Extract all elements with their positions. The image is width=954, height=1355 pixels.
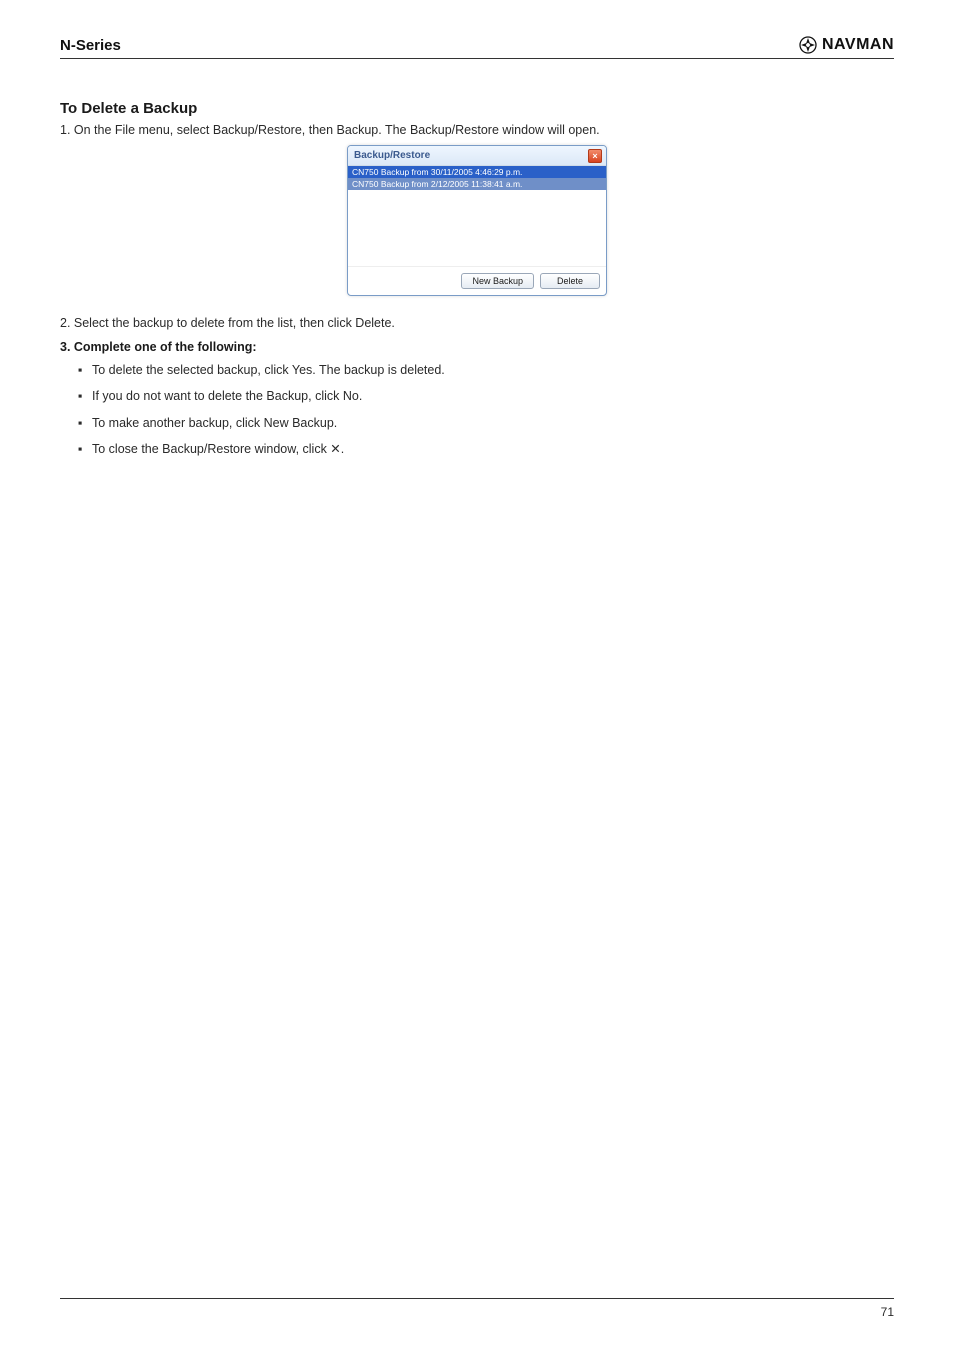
list-item[interactable]: CN750 Backup from 2/12/2005 11:38:41 a.m… — [348, 178, 606, 190]
bullet-text: To close the Backup/Restore window, clic… — [92, 441, 344, 457]
list-item[interactable]: CN750 Backup from 30/11/2005 4:46:29 p.m… — [348, 166, 606, 178]
product-line: N-Series — [60, 37, 121, 54]
bullet-text: To make another backup, click New Backup… — [92, 415, 337, 431]
page-footer: 71 — [60, 1298, 894, 1319]
backup-restore-dialog: Backup/Restore × CN750 Backup from 30/11… — [347, 145, 607, 296]
bullet-list: ▪ To delete the selected backup, click Ye… — [78, 362, 445, 467]
step-3-heading: 3. Complete one of the following: — [60, 340, 257, 354]
bullet-icon: ▪ — [78, 441, 84, 457]
bullet-text: To delete the selected backup, click Yes… — [92, 362, 445, 378]
delete-button[interactable]: Delete — [540, 273, 600, 289]
bullet-icon: ▪ — [78, 362, 84, 378]
backup-list[interactable]: CN750 Backup from 30/11/2005 4:46:29 p.m… — [348, 166, 606, 266]
section-heading: To Delete a Backup — [60, 100, 197, 117]
dialog-button-row: New Backup Delete — [348, 266, 606, 295]
brand-text: NAVMAN — [822, 36, 894, 54]
close-icon[interactable]: × — [588, 149, 602, 163]
bullet-icon: ▪ — [78, 388, 84, 404]
bullet-text: If you do not want to delete the Backup,… — [92, 388, 362, 404]
dialog-title: Backup/Restore — [354, 150, 430, 161]
dialog-titlebar: Backup/Restore × — [348, 146, 606, 166]
new-backup-button[interactable]: New Backup — [461, 273, 534, 289]
brand-icon — [799, 36, 817, 54]
page-header: N-Series NAVMAN — [60, 36, 894, 59]
brand-logo: NAVMAN — [799, 36, 894, 54]
step-2-text: 2. Select the backup to delete from the … — [60, 315, 395, 333]
page-number: 71 — [881, 1305, 894, 1319]
bullet-icon: ▪ — [78, 415, 84, 431]
step-1-text: 1. On the File menu, select Backup/Resto… — [60, 122, 600, 140]
